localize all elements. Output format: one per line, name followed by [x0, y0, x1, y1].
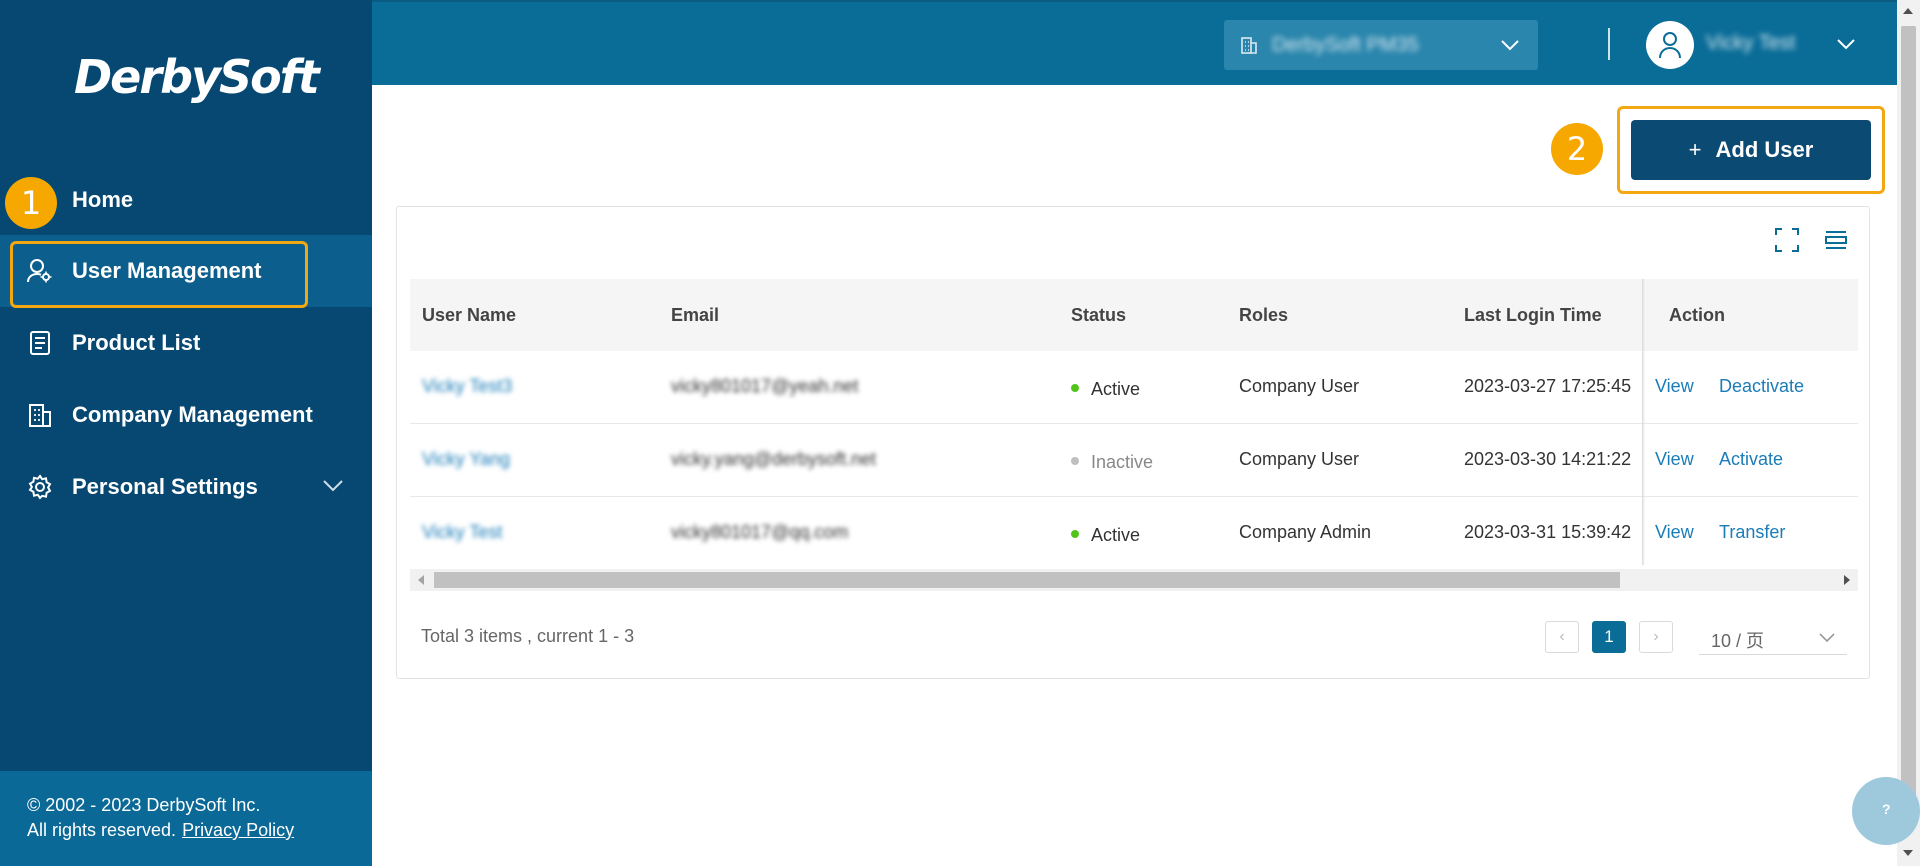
- sidebar: DerbySoft Home User Management Product L…: [0, 0, 372, 866]
- add-user-button[interactable]: + Add User: [1631, 120, 1871, 180]
- help-button[interactable]: ?: [1852, 777, 1920, 845]
- table-header: User Name Email Status Roles Last Login …: [410, 279, 1858, 351]
- col-user-name: User Name: [422, 305, 517, 325]
- prev-page-button[interactable]: ‹: [1545, 621, 1579, 653]
- page-size-select[interactable]: 10 / 页: [1699, 621, 1847, 655]
- privacy-policy-link[interactable]: Privacy Policy: [182, 820, 294, 840]
- building-icon: [1241, 37, 1257, 54]
- status-text: Active: [1091, 379, 1141, 399]
- sidebar-item-product-list[interactable]: Product List: [0, 307, 372, 379]
- activate-link[interactable]: Activate: [1719, 449, 1783, 470]
- sidebar-item-label: Home: [72, 187, 134, 212]
- view-link[interactable]: View: [1655, 522, 1694, 543]
- derbysoft-logo: DerbySoft: [74, 50, 320, 104]
- rights-line: All rights reserved. Privacy Policy: [27, 818, 372, 843]
- user-name[interactable]: Vicky Test: [1706, 32, 1795, 55]
- header-divider: [1608, 28, 1610, 60]
- user-name-cell[interactable]: Vicky Yang: [422, 449, 510, 470]
- table-row: Vicky Yang vicky.yang@derbysoft.net Inac…: [410, 424, 1858, 497]
- user-name-cell[interactable]: Vicky Test: [422, 522, 502, 543]
- table-row: Vicky Test vicky801017@qq.com Active Com…: [410, 497, 1858, 570]
- scroll-up-arrow[interactable]: [1903, 8, 1913, 14]
- column-density-icon[interactable]: [1823, 227, 1849, 253]
- page-scrollbar[interactable]: [1897, 0, 1920, 866]
- sidebar-item-company-management[interactable]: Company Management: [0, 379, 372, 451]
- status-text: Inactive: [1091, 452, 1154, 472]
- view-link[interactable]: View: [1655, 449, 1694, 470]
- gear-icon: [28, 474, 52, 500]
- copyright-text: © 2002 - 2023 DerbySoft Inc.: [27, 795, 261, 815]
- users-table: User Name Email Status Roles Last Login …: [410, 279, 1858, 598]
- sidebar-item-label: Company Management: [72, 402, 313, 427]
- highlight-user-management: [10, 241, 308, 308]
- next-page-button[interactable]: ›: [1639, 621, 1673, 653]
- email-cell: vicky801017@qq.com: [671, 522, 849, 542]
- chevron-down-icon: [1501, 40, 1519, 51]
- pagination-total: Total 3 items , current 1 - 3: [421, 626, 635, 646]
- status-cell: Active: [1071, 525, 1140, 546]
- scrollbar-thumb[interactable]: [434, 572, 1620, 588]
- scroll-down-arrow[interactable]: [1903, 850, 1913, 856]
- role-cell: Company User: [1239, 376, 1360, 396]
- last-login-cell: 2023-03-27 17:25:45: [1464, 376, 1632, 396]
- transfer-link[interactable]: Transfer: [1719, 522, 1785, 543]
- sidebar-item-label: Personal Settings: [72, 474, 258, 499]
- avatar[interactable]: [1646, 21, 1694, 69]
- role-cell: Company User: [1239, 449, 1360, 469]
- fixed-column-shadow: [1642, 279, 1645, 565]
- user-name-cell[interactable]: Vicky Test3: [422, 376, 512, 397]
- scroll-left-arrow[interactable]: [418, 575, 424, 585]
- fullscreen-icon[interactable]: [1774, 227, 1800, 253]
- sidebar-item-label: Product List: [72, 330, 201, 355]
- status-cell: Inactive: [1071, 452, 1153, 473]
- users-table-card: User Name Email Status Roles Last Login …: [396, 206, 1870, 679]
- deactivate-link[interactable]: Deactivate: [1719, 376, 1804, 397]
- page-1-button[interactable]: 1: [1592, 621, 1626, 653]
- scroll-right-arrow[interactable]: [1844, 575, 1850, 585]
- status-cell: Active: [1071, 379, 1140, 400]
- email-cell: vicky.yang@derbysoft.net: [671, 449, 877, 469]
- status-text: Active: [1091, 525, 1141, 545]
- rights-text: All rights reserved.: [27, 820, 177, 840]
- email-cell: vicky801017@yeah.net: [671, 376, 859, 396]
- chevron-down-icon: [1819, 633, 1835, 643]
- col-last-login: Last Login Time: [1464, 305, 1602, 325]
- view-link[interactable]: View: [1655, 376, 1694, 397]
- plus-icon: +: [1688, 137, 1702, 162]
- role-cell: Company Admin: [1239, 522, 1372, 542]
- user-icon: [1659, 32, 1681, 59]
- status-dot-active: [1071, 384, 1079, 393]
- add-user-label: Add User: [1715, 137, 1814, 162]
- help-icon: ?: [1882, 801, 1891, 817]
- chevron-down-icon[interactable]: [1836, 38, 1856, 51]
- table-horizontal-scrollbar[interactable]: [410, 569, 1858, 591]
- building-icon: [29, 404, 51, 427]
- last-login-cell: 2023-03-30 14:21:22: [1464, 449, 1632, 469]
- last-login-cell: 2023-03-31 15:39:42: [1464, 522, 1632, 542]
- sidebar-footer: © 2002 - 2023 DerbySoft Inc. All rights …: [0, 771, 372, 866]
- chevron-down-icon: [323, 480, 343, 492]
- sidebar-item-personal-settings[interactable]: Personal Settings: [0, 451, 372, 523]
- company-name: DerbySoft PM35: [1272, 34, 1419, 56]
- col-action: Action: [1669, 305, 1725, 325]
- status-dot-inactive: [1071, 457, 1079, 466]
- document-list-icon: [30, 331, 50, 355]
- col-status: Status: [1071, 305, 1127, 325]
- top-header: DerbySoft PM35 Vicky Test: [372, 0, 1897, 85]
- table-row: Vicky Test3 vicky801017@yeah.net Active …: [410, 351, 1858, 424]
- page-size-value: 10 / 页: [1711, 631, 1765, 651]
- scrollbar-thumb[interactable]: [1901, 26, 1916, 818]
- status-dot-active: [1071, 530, 1079, 539]
- company-selector[interactable]: DerbySoft PM35: [1224, 20, 1538, 70]
- step-badge-1: 1: [5, 177, 57, 229]
- col-email: Email: [671, 305, 720, 325]
- col-roles: Roles: [1239, 305, 1289, 325]
- step-badge-2: 2: [1551, 123, 1603, 175]
